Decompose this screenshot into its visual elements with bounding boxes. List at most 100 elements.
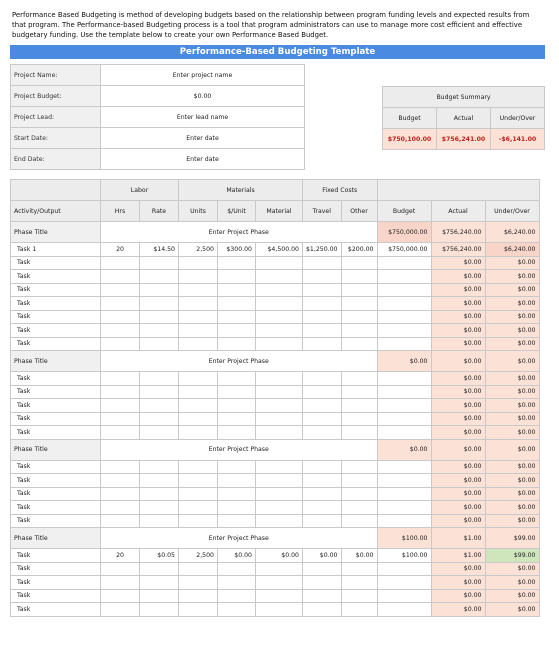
- task-rate[interactable]: [139, 371, 179, 386]
- task-hrs[interactable]: [100, 575, 140, 590]
- task-hrs[interactable]: [100, 323, 140, 338]
- task-travel[interactable]: [302, 486, 342, 501]
- task-unit[interactable]: [217, 323, 256, 338]
- task-hrs[interactable]: [100, 411, 140, 426]
- task-units[interactable]: [178, 323, 218, 338]
- task-material[interactable]: [255, 384, 303, 399]
- task-material[interactable]: [255, 282, 303, 297]
- task-name[interactable]: Task: [10, 296, 101, 311]
- task-hrs[interactable]: [100, 459, 140, 474]
- task-name[interactable]: Task: [10, 411, 101, 426]
- task-unit[interactable]: $0.00: [217, 548, 256, 563]
- phase-name-input[interactable]: Enter Project Phase: [100, 350, 378, 372]
- task-unit[interactable]: [217, 282, 256, 297]
- task-material[interactable]: [255, 336, 303, 351]
- task-name[interactable]: Task: [10, 575, 101, 590]
- task-rate[interactable]: [139, 282, 179, 297]
- task-unit[interactable]: [217, 459, 256, 474]
- task-units[interactable]: [178, 575, 218, 590]
- task-rate[interactable]: [139, 459, 179, 474]
- task-other[interactable]: $0.00: [340, 548, 378, 563]
- task-rate[interactable]: [139, 561, 179, 576]
- task-unit[interactable]: [217, 425, 256, 440]
- task-unit[interactable]: [217, 513, 256, 528]
- task-units[interactable]: [178, 384, 218, 399]
- task-rate[interactable]: [139, 425, 179, 440]
- task-travel[interactable]: [302, 336, 342, 351]
- task-material[interactable]: [255, 411, 303, 426]
- task-units[interactable]: [178, 336, 218, 351]
- task-rate[interactable]: [139, 411, 179, 426]
- task-material[interactable]: [255, 296, 303, 311]
- task-rate[interactable]: [139, 500, 179, 515]
- task-rate[interactable]: [139, 255, 179, 270]
- task-name[interactable]: Task: [10, 255, 101, 270]
- task-hrs[interactable]: 20: [100, 242, 140, 257]
- task-units[interactable]: [178, 459, 218, 474]
- task-units[interactable]: [178, 371, 218, 386]
- task-unit[interactable]: [217, 309, 256, 324]
- task-rate[interactable]: [139, 323, 179, 338]
- task-name[interactable]: Task: [10, 269, 101, 284]
- task-name[interactable]: Task: [10, 398, 101, 413]
- task-unit[interactable]: $300.00: [217, 242, 256, 257]
- task-material[interactable]: [255, 588, 303, 603]
- task-hrs[interactable]: [100, 425, 140, 440]
- task-rate[interactable]: [139, 588, 179, 603]
- task-name[interactable]: Task: [10, 548, 101, 563]
- task-material[interactable]: [255, 602, 303, 617]
- task-hrs[interactable]: 20: [100, 548, 140, 563]
- phase-title[interactable]: Phase Title: [10, 438, 101, 461]
- task-material[interactable]: [255, 473, 303, 488]
- task-units[interactable]: 2,500: [178, 548, 218, 563]
- task-unit[interactable]: [217, 336, 256, 351]
- task-travel[interactable]: [302, 398, 342, 413]
- task-hrs[interactable]: [100, 282, 140, 297]
- task-rate[interactable]: [139, 384, 179, 399]
- task-units[interactable]: [178, 269, 218, 284]
- phase-title[interactable]: Phase Title: [10, 527, 101, 549]
- task-unit[interactable]: [217, 371, 256, 386]
- task-material[interactable]: [255, 398, 303, 413]
- task-other[interactable]: [340, 411, 378, 426]
- task-travel[interactable]: [302, 459, 342, 474]
- task-hrs[interactable]: [100, 561, 140, 576]
- task-name[interactable]: Task: [10, 282, 101, 297]
- task-other[interactable]: [340, 309, 378, 324]
- task-other[interactable]: [340, 269, 378, 284]
- task-rate[interactable]: [139, 398, 179, 413]
- task-rate[interactable]: [139, 575, 179, 590]
- task-hrs[interactable]: [100, 486, 140, 501]
- task-name[interactable]: Task: [10, 500, 101, 515]
- task-travel[interactable]: [302, 269, 342, 284]
- task-name[interactable]: Task: [10, 602, 101, 617]
- task-other[interactable]: [340, 588, 378, 603]
- task-units[interactable]: [178, 309, 218, 324]
- task-travel[interactable]: [302, 282, 342, 297]
- phase-name-input[interactable]: Enter Project Phase: [100, 438, 378, 461]
- task-other[interactable]: [340, 296, 378, 311]
- task-name[interactable]: Task: [10, 384, 101, 399]
- task-travel[interactable]: [302, 371, 342, 386]
- task-name[interactable]: Task: [10, 323, 101, 338]
- project-field-input[interactable]: Enter lead name: [100, 106, 305, 128]
- task-rate[interactable]: [139, 473, 179, 488]
- task-material[interactable]: [255, 486, 303, 501]
- task-material[interactable]: [255, 513, 303, 528]
- task-travel[interactable]: $1,250.00: [302, 242, 342, 257]
- task-other[interactable]: [340, 486, 378, 501]
- task-unit[interactable]: [217, 296, 256, 311]
- task-hrs[interactable]: [100, 336, 140, 351]
- task-material[interactable]: [255, 561, 303, 576]
- task-unit[interactable]: [217, 269, 256, 284]
- task-hrs[interactable]: [100, 473, 140, 488]
- task-unit[interactable]: [217, 255, 256, 270]
- task-other[interactable]: [340, 425, 378, 440]
- phase-title[interactable]: Phase Title: [10, 350, 101, 372]
- task-material[interactable]: [255, 323, 303, 338]
- task-units[interactable]: [178, 513, 218, 528]
- task-unit[interactable]: [217, 473, 256, 488]
- task-travel[interactable]: [302, 473, 342, 488]
- task-other[interactable]: $200.00: [340, 242, 378, 257]
- task-hrs[interactable]: [100, 513, 140, 528]
